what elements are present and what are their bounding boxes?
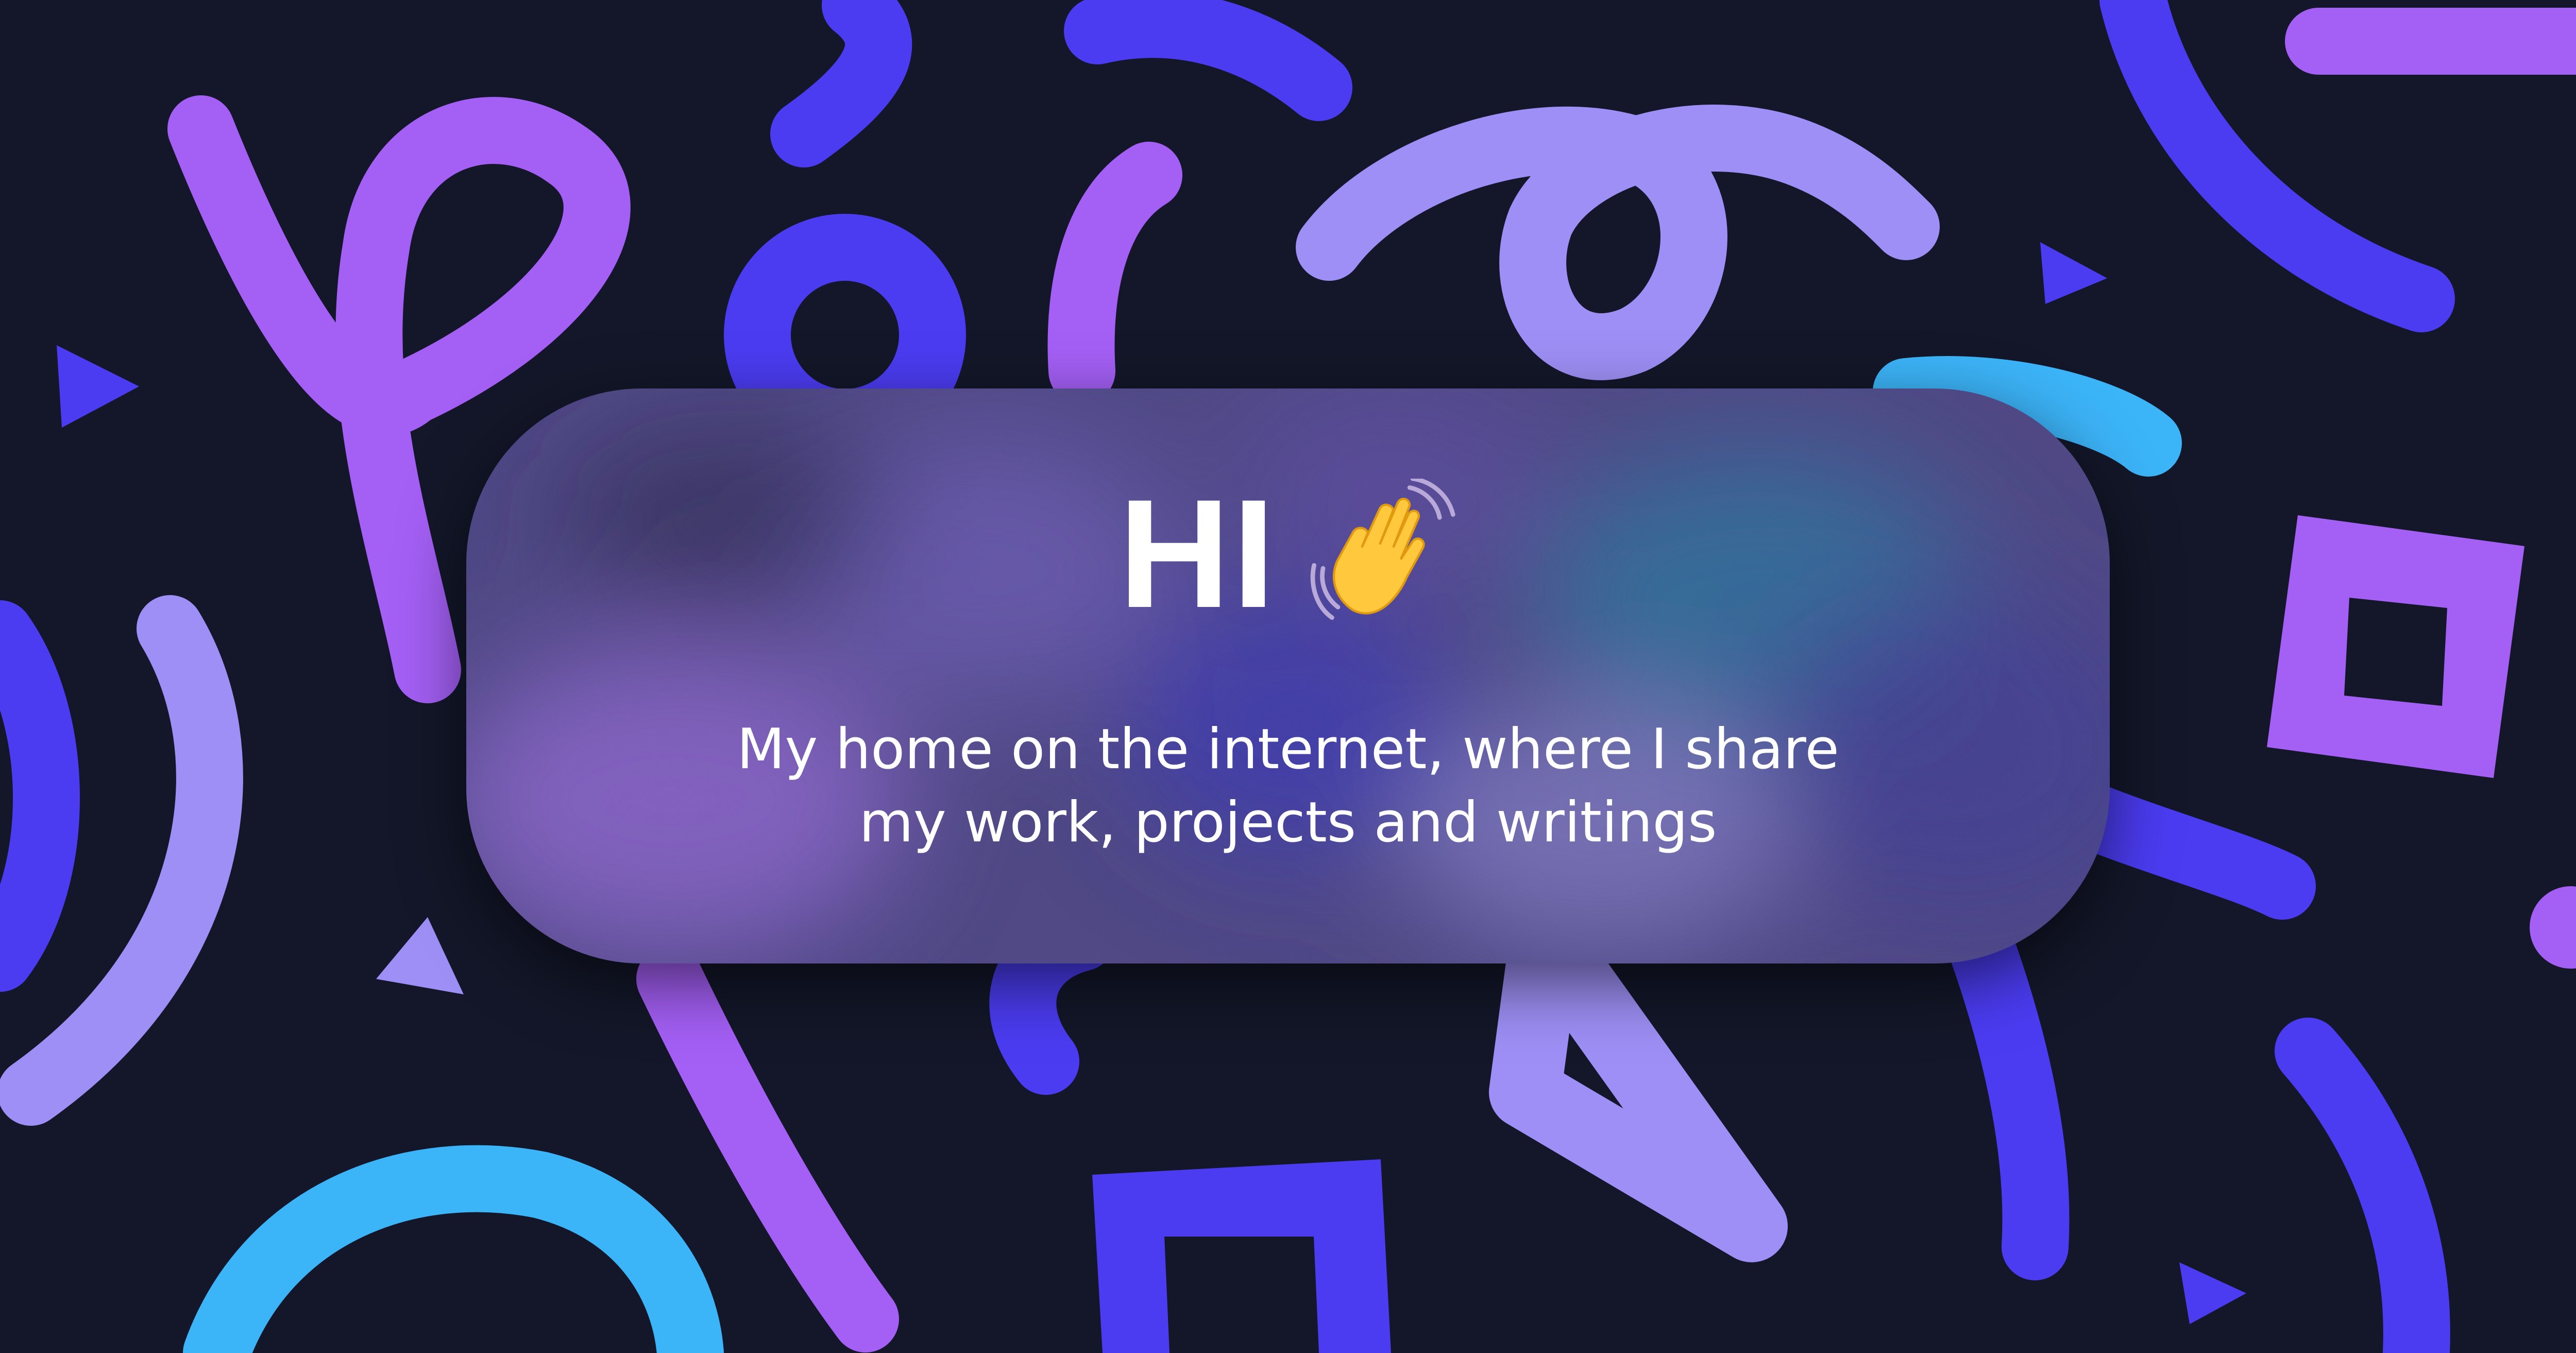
indigo-tail-doodle xyxy=(1950,920,2070,1280)
sky-arc-doodle xyxy=(183,1145,724,1353)
hero-title: HI xyxy=(466,476,2110,631)
indigo-mid-arc-doodle xyxy=(2053,781,2316,920)
indigo-square-doodle xyxy=(1092,1159,1391,1353)
hero-tagline: My home on the internet, where I share m… xyxy=(466,713,2110,859)
hero-card: HI My home on the internet, where I shar… xyxy=(466,388,2110,963)
indigo-hook-doodle xyxy=(770,0,912,167)
hero-heading: HI xyxy=(1118,467,1277,640)
lavender-small-triangle xyxy=(376,917,464,994)
indigo-small-triangle xyxy=(57,345,139,428)
indigo-small-triangle-bottom xyxy=(2179,1262,2246,1324)
purple-dot-doodle xyxy=(2530,886,2576,969)
indigo-left-arc-doodle xyxy=(0,600,80,992)
glass-grain xyxy=(466,388,2110,963)
indigo-right-arc-doodle xyxy=(2275,1018,2450,1353)
tagline-line-2: my work, projects and writings xyxy=(859,790,1717,855)
tagline-line-1: My home on the internet, where I share xyxy=(737,717,1839,782)
indigo-swoop-doodle xyxy=(1064,0,1352,121)
frosted-glass-background xyxy=(466,388,2110,963)
waving-hand-icon xyxy=(1310,479,1455,620)
purple-square-doodle xyxy=(2267,515,2524,778)
lavender-loop-doodle xyxy=(1296,105,1940,380)
hero-banner: HI My home on the internet, where I shar… xyxy=(0,0,2576,1353)
purple-arc-doodle xyxy=(1047,142,1182,404)
lavender-triangle-doodle xyxy=(1489,902,1788,1262)
indigo-small-triangle-right xyxy=(2040,242,2107,304)
